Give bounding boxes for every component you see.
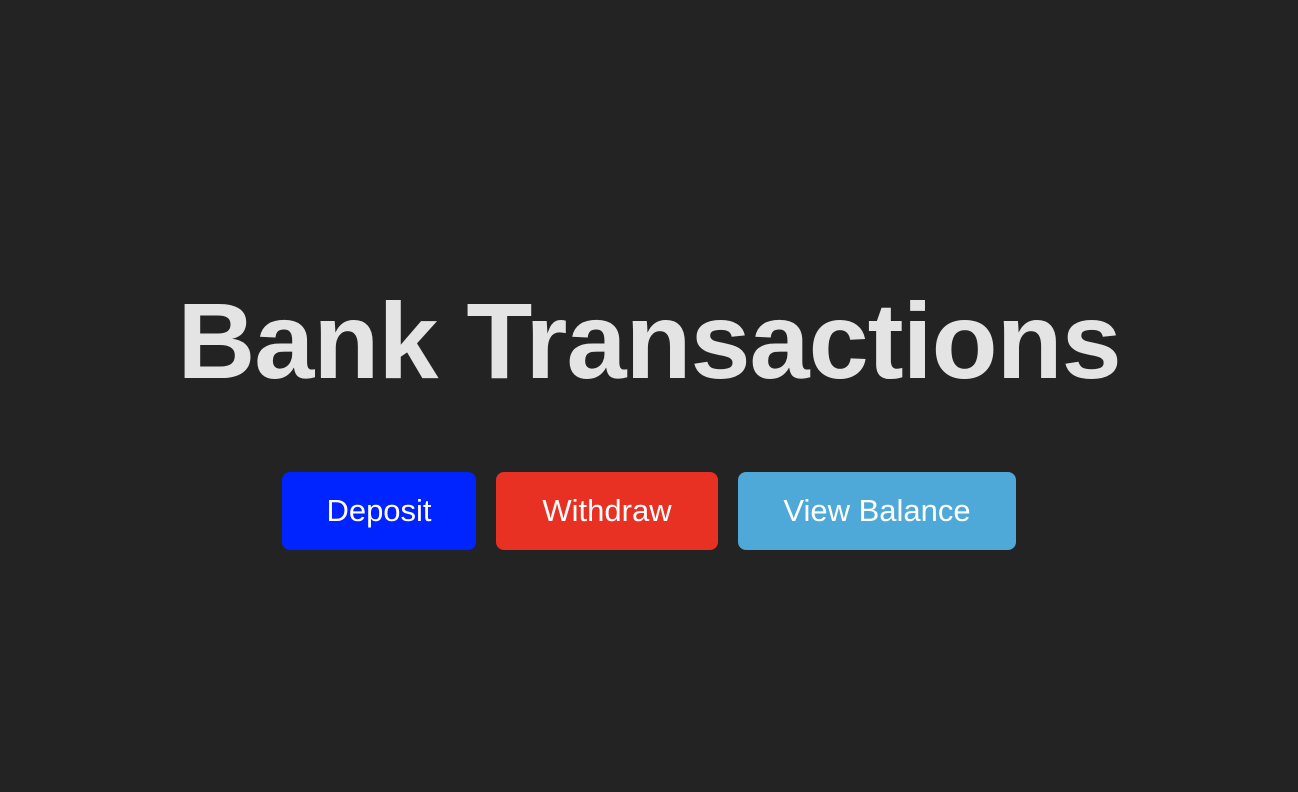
- withdraw-button[interactable]: Withdraw: [496, 472, 718, 550]
- deposit-button[interactable]: Deposit: [282, 472, 476, 550]
- action-buttons: Deposit Withdraw View Balance: [0, 472, 1298, 550]
- bank-transactions-page: Bank Transactions Deposit Withdraw View …: [0, 0, 1298, 792]
- page-title: Bank Transactions: [177, 280, 1121, 401]
- view-balance-button[interactable]: View Balance: [738, 472, 1016, 550]
